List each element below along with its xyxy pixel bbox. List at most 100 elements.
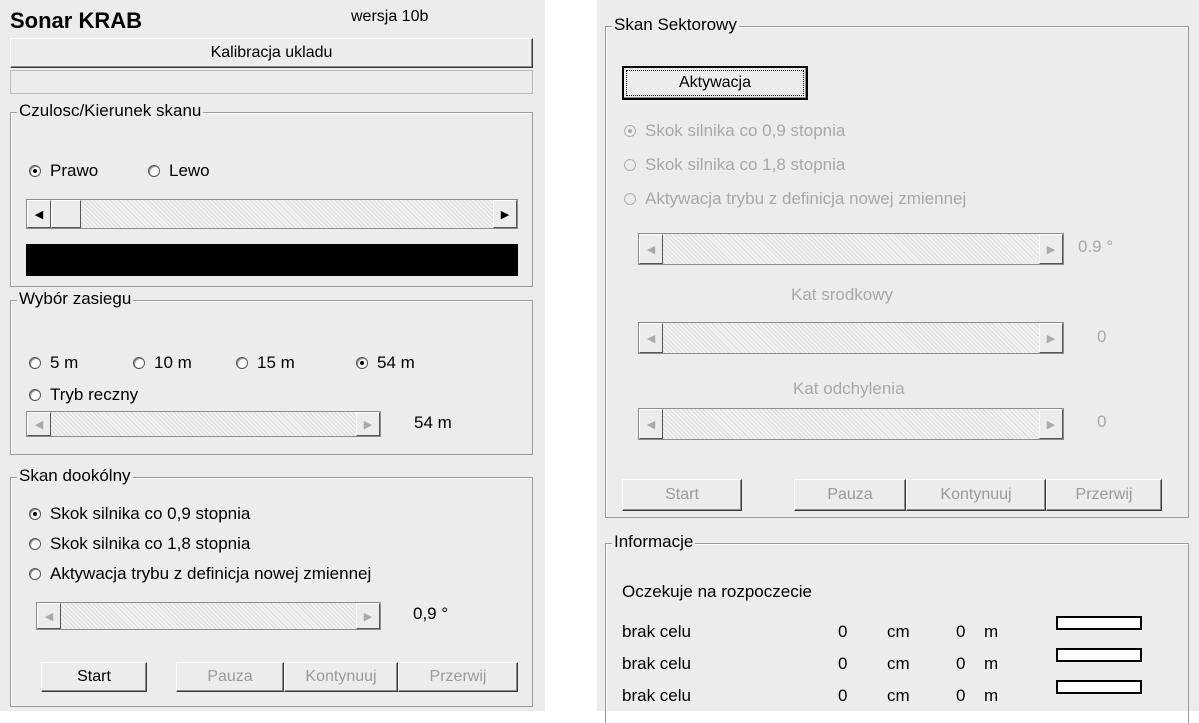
round-step-09-radio[interactable]: Skok silnika co 0,9 stopnia [29, 504, 250, 524]
round-scan-group: Skan dookólny Skok silnika co 0,9 stopni… [10, 466, 533, 707]
sector-continue-button[interactable]: Kontynuuj [906, 479, 1046, 511]
target-m-value: 0 [956, 654, 966, 673]
range-15m-label: 15 m [257, 353, 295, 372]
center-angle-label: Kat srodkowy [791, 285, 894, 304]
sensitivity-group-title: Czulosc/Kierunek skanu [17, 101, 204, 121]
round-continue-button[interactable]: Kontynuuj [284, 662, 398, 692]
radio-indicator [29, 538, 41, 550]
arrow-left-icon[interactable]: ◀ [639, 234, 663, 264]
slider-thumb[interactable] [51, 200, 81, 228]
sector-start-button[interactable]: Start [622, 479, 742, 511]
direction-right-label: Prawo [50, 161, 99, 180]
status-strip [10, 70, 533, 94]
target-indicator-box [1056, 680, 1142, 694]
center-angle-value: 0 [1097, 327, 1107, 346]
sensitivity-slider[interactable]: ◀ ▶ [26, 199, 518, 229]
range-group: Wybór zasiegu 5 m 10 m 15 m 54 m Tryb re… [10, 289, 533, 455]
range-15m-radio[interactable]: 15 m [236, 353, 295, 373]
radio-indicator [29, 165, 41, 177]
sector-step-09-radio[interactable]: Skok silnika co 0,9 stopnia [624, 121, 845, 141]
direction-left-label: Lewo [169, 161, 210, 180]
round-custom-label: Aktywacja trybu z definicja nowej zmienn… [50, 564, 372, 583]
signal-bar [26, 244, 518, 276]
target-cm-value: 0 [838, 686, 848, 705]
sensitivity-group: Czulosc/Kierunek skanu Prawo Lewo ◀ ▶ [10, 101, 533, 287]
direction-right-radio[interactable]: Prawo [29, 161, 98, 181]
sector-scan-group: Skan Sektorowy Aktywacja Skok silnika co… [605, 15, 1189, 518]
range-5m-radio[interactable]: 5 m [29, 353, 78, 373]
right-panel: Skan Sektorowy Aktywacja Skok silnika co… [597, 0, 1199, 723]
arrow-left-icon[interactable]: ◀ [27, 412, 51, 436]
target-label: brak celu [622, 622, 691, 641]
range-54m-label: 54 m [377, 353, 415, 372]
range-54m-radio[interactable]: 54 m [356, 353, 415, 373]
round-step-value: 0,9 ° [413, 604, 449, 623]
radio-indicator [29, 389, 41, 401]
arrow-left-icon[interactable]: ◀ [37, 603, 61, 629]
range-group-title: Wybór zasiegu [17, 289, 134, 309]
sector-stop-button[interactable]: Przerwij [1046, 479, 1162, 511]
sector-step-18-radio[interactable]: Skok silnika co 1,8 stopnia [624, 155, 845, 175]
direction-left-radio[interactable]: Lewo [148, 161, 210, 181]
round-step-slider[interactable]: ◀ ▶ [36, 602, 381, 630]
round-step-18-label: Skok silnika co 1,8 stopnia [50, 534, 251, 553]
version-label: wersja 10b [351, 8, 429, 25]
target-m-unit: m [984, 622, 999, 641]
left-panel: Sonar KRAB wersja 10b Kalibracja ukladu … [0, 0, 545, 711]
radio-indicator [29, 508, 41, 520]
arrow-left-icon[interactable]: ◀ [639, 409, 663, 439]
calibrate-button[interactable]: Kalibracja ukladu [10, 38, 533, 68]
radio-indicator [356, 357, 368, 369]
info-group-title: Informacje [612, 532, 696, 552]
range-slider[interactable]: ◀ ▶ [26, 411, 381, 437]
manual-mode-label: Tryb reczny [50, 385, 139, 404]
round-step-18-radio[interactable]: Skok silnika co 1,8 stopnia [29, 534, 250, 554]
arrow-right-icon[interactable]: ▶ [1039, 234, 1063, 264]
arrow-right-icon[interactable]: ▶ [1039, 409, 1063, 439]
target-cm-unit: cm [887, 622, 910, 641]
sector-step-18-label: Skok silnika co 1,8 stopnia [645, 155, 846, 174]
radio-indicator [624, 193, 636, 205]
sector-step-slider[interactable]: ◀ ▶ [638, 233, 1064, 265]
target-m-unit: m [984, 686, 999, 705]
radio-indicator [133, 357, 145, 369]
target-indicator-box [1056, 616, 1142, 630]
target-m-value: 0 [956, 622, 966, 641]
radio-indicator [236, 357, 248, 369]
info-status: Oczekuje na rozpoczecie [622, 582, 812, 601]
arrow-left-icon[interactable]: ◀ [27, 200, 51, 228]
target-cm-unit: cm [887, 686, 910, 705]
sector-custom-radio[interactable]: Aktywacja trybu z definicja nowej zmienn… [624, 189, 966, 209]
manual-mode-radio[interactable]: Tryb reczny [29, 385, 138, 405]
app-title: Sonar KRAB [10, 8, 143, 33]
target-label: brak celu [622, 686, 691, 705]
deflection-value: 0 [1097, 412, 1107, 431]
round-pause-button[interactable]: Pauza [176, 662, 284, 692]
sector-step-value: 0.9 ° [1078, 237, 1114, 256]
sector-step-09-label: Skok silnika co 0,9 stopnia [645, 121, 846, 140]
target-cm-value: 0 [838, 654, 848, 673]
range-value: 54 m [414, 413, 452, 432]
arrow-left-icon[interactable]: ◀ [639, 323, 663, 353]
round-stop-button[interactable]: Przerwij [398, 662, 518, 692]
arrow-right-icon[interactable]: ▶ [356, 603, 380, 629]
activate-button[interactable]: Aktywacja [622, 66, 808, 100]
arrow-right-icon[interactable]: ▶ [493, 200, 517, 228]
range-10m-radio[interactable]: 10 m [133, 353, 192, 373]
target-indicator-box [1056, 648, 1142, 662]
target-cm-value: 0 [838, 622, 848, 641]
center-angle-slider[interactable]: ◀ ▶ [638, 322, 1064, 354]
sector-pause-button[interactable]: Pauza [794, 479, 906, 511]
round-custom-radio[interactable]: Aktywacja trybu z definicja nowej zmienn… [29, 564, 371, 584]
arrow-right-icon[interactable]: ▶ [356, 412, 380, 436]
round-step-09-label: Skok silnika co 0,9 stopnia [50, 504, 251, 523]
arrow-right-icon[interactable]: ▶ [1039, 323, 1063, 353]
target-label: brak celu [622, 654, 691, 673]
sector-custom-label: Aktywacja trybu z definicja nowej zmienn… [645, 189, 967, 208]
range-10m-label: 10 m [154, 353, 192, 372]
radio-indicator [624, 125, 636, 137]
sector-scan-group-title: Skan Sektorowy [612, 15, 739, 35]
round-start-button[interactable]: Start [41, 662, 147, 692]
deflection-slider[interactable]: ◀ ▶ [638, 408, 1064, 440]
radio-indicator [29, 568, 41, 580]
